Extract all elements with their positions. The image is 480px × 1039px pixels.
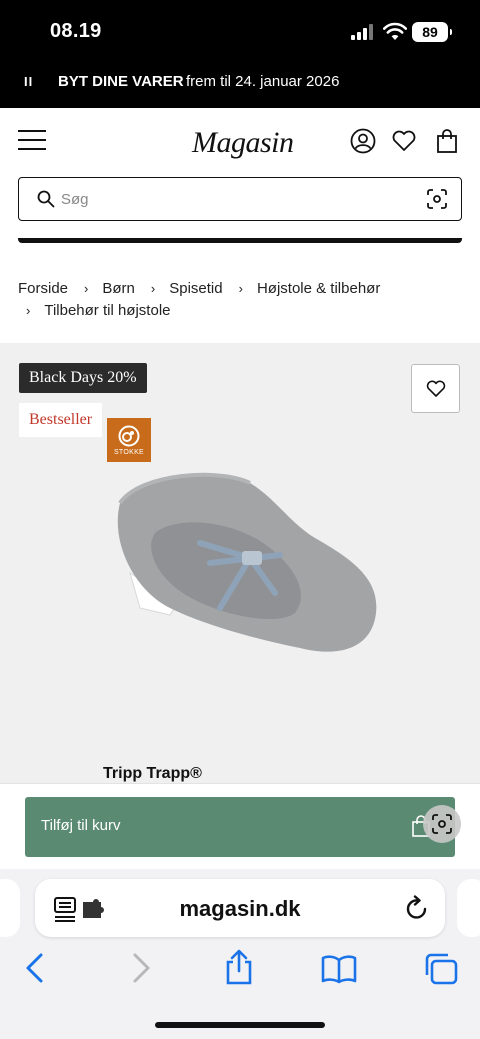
address-bar[interactable]: magasin.dk xyxy=(35,879,445,937)
breadcrumb-link-tilbehor[interactable]: Tilbehør til højstole xyxy=(44,300,170,322)
breadcrumb-separator: › xyxy=(84,281,89,296)
promo-banner[interactable]: II BYT DINE VARER frem til 24. januar 20… xyxy=(0,62,480,108)
battery-indicator: 89 xyxy=(412,22,452,42)
add-to-wishlist-button[interactable] xyxy=(411,364,460,413)
breadcrumb-link-forside[interactable]: Forside xyxy=(18,278,68,300)
status-time: 08.19 xyxy=(50,20,102,42)
browser-toolbar: magasin.dk xyxy=(0,869,480,1039)
breadcrumb-link-born[interactable]: Børn xyxy=(102,278,135,300)
previous-tab-pill[interactable] xyxy=(0,879,20,937)
shopping-bag-icon[interactable] xyxy=(434,128,460,154)
search-box[interactable] xyxy=(18,177,462,221)
wifi-icon xyxy=(383,22,407,40)
account-icon[interactable] xyxy=(350,128,376,154)
image-search-scan-icon[interactable] xyxy=(427,189,447,209)
menu-icon[interactable] xyxy=(18,130,46,150)
wishlist-heart-icon[interactable] xyxy=(391,128,417,154)
brand-logo-text: STOKKE xyxy=(113,449,145,456)
bookmarks-icon[interactable] xyxy=(321,954,357,984)
product-name[interactable]: Tripp Trapp® xyxy=(103,765,202,783)
url-text[interactable]: magasin.dk xyxy=(35,896,445,922)
tabs-icon[interactable] xyxy=(423,952,459,986)
back-chevron-icon[interactable] xyxy=(22,951,48,985)
promo-badge: Black Days 20% xyxy=(19,363,147,393)
home-indicator[interactable] xyxy=(155,1022,325,1028)
site-header: Magasin xyxy=(0,108,480,176)
breadcrumb-separator: › xyxy=(150,281,156,296)
pause-icon[interactable]: II xyxy=(24,74,33,89)
bestseller-badge: Bestseller xyxy=(19,403,103,437)
add-to-cart-bar: Tilføj til kurv xyxy=(0,783,480,869)
cellular-signal-icon xyxy=(351,24,373,40)
brand-logo[interactable]: STOKKE xyxy=(107,418,151,462)
product-image[interactable] xyxy=(100,463,390,673)
search-icon xyxy=(37,190,55,208)
promo-subtitle: frem til 24. januar 2026 xyxy=(186,73,340,90)
status-bar: 08.19 89 xyxy=(0,0,480,62)
visual-lookup-button[interactable] xyxy=(423,805,461,843)
add-to-cart-label: Tilføj til kurv xyxy=(41,817,121,834)
breadcrumb-link-spisetid[interactable]: Spisetid xyxy=(169,278,222,300)
add-to-cart-button[interactable]: Tilføj til kurv xyxy=(25,797,455,857)
reload-icon[interactable] xyxy=(405,895,429,921)
site-logo[interactable]: Magasin xyxy=(192,126,294,160)
scan-icon xyxy=(432,814,452,834)
breadcrumb: Forside › Børn › Spisetid › Højstole & t… xyxy=(18,278,468,322)
promo-title: BYT DINE VARER xyxy=(58,73,184,90)
forward-chevron-icon[interactable] xyxy=(128,951,154,985)
heart-icon xyxy=(426,380,446,397)
header-divider xyxy=(18,238,462,243)
next-tab-pill[interactable] xyxy=(457,879,480,937)
stokke-logo-icon xyxy=(118,425,140,447)
breadcrumb-link-hojstole[interactable]: Højstole & tilbehør xyxy=(257,278,380,300)
share-icon[interactable] xyxy=(224,948,254,986)
breadcrumb-separator: › xyxy=(26,303,31,318)
search-input[interactable] xyxy=(61,187,401,211)
breadcrumb-separator: › xyxy=(238,281,243,296)
